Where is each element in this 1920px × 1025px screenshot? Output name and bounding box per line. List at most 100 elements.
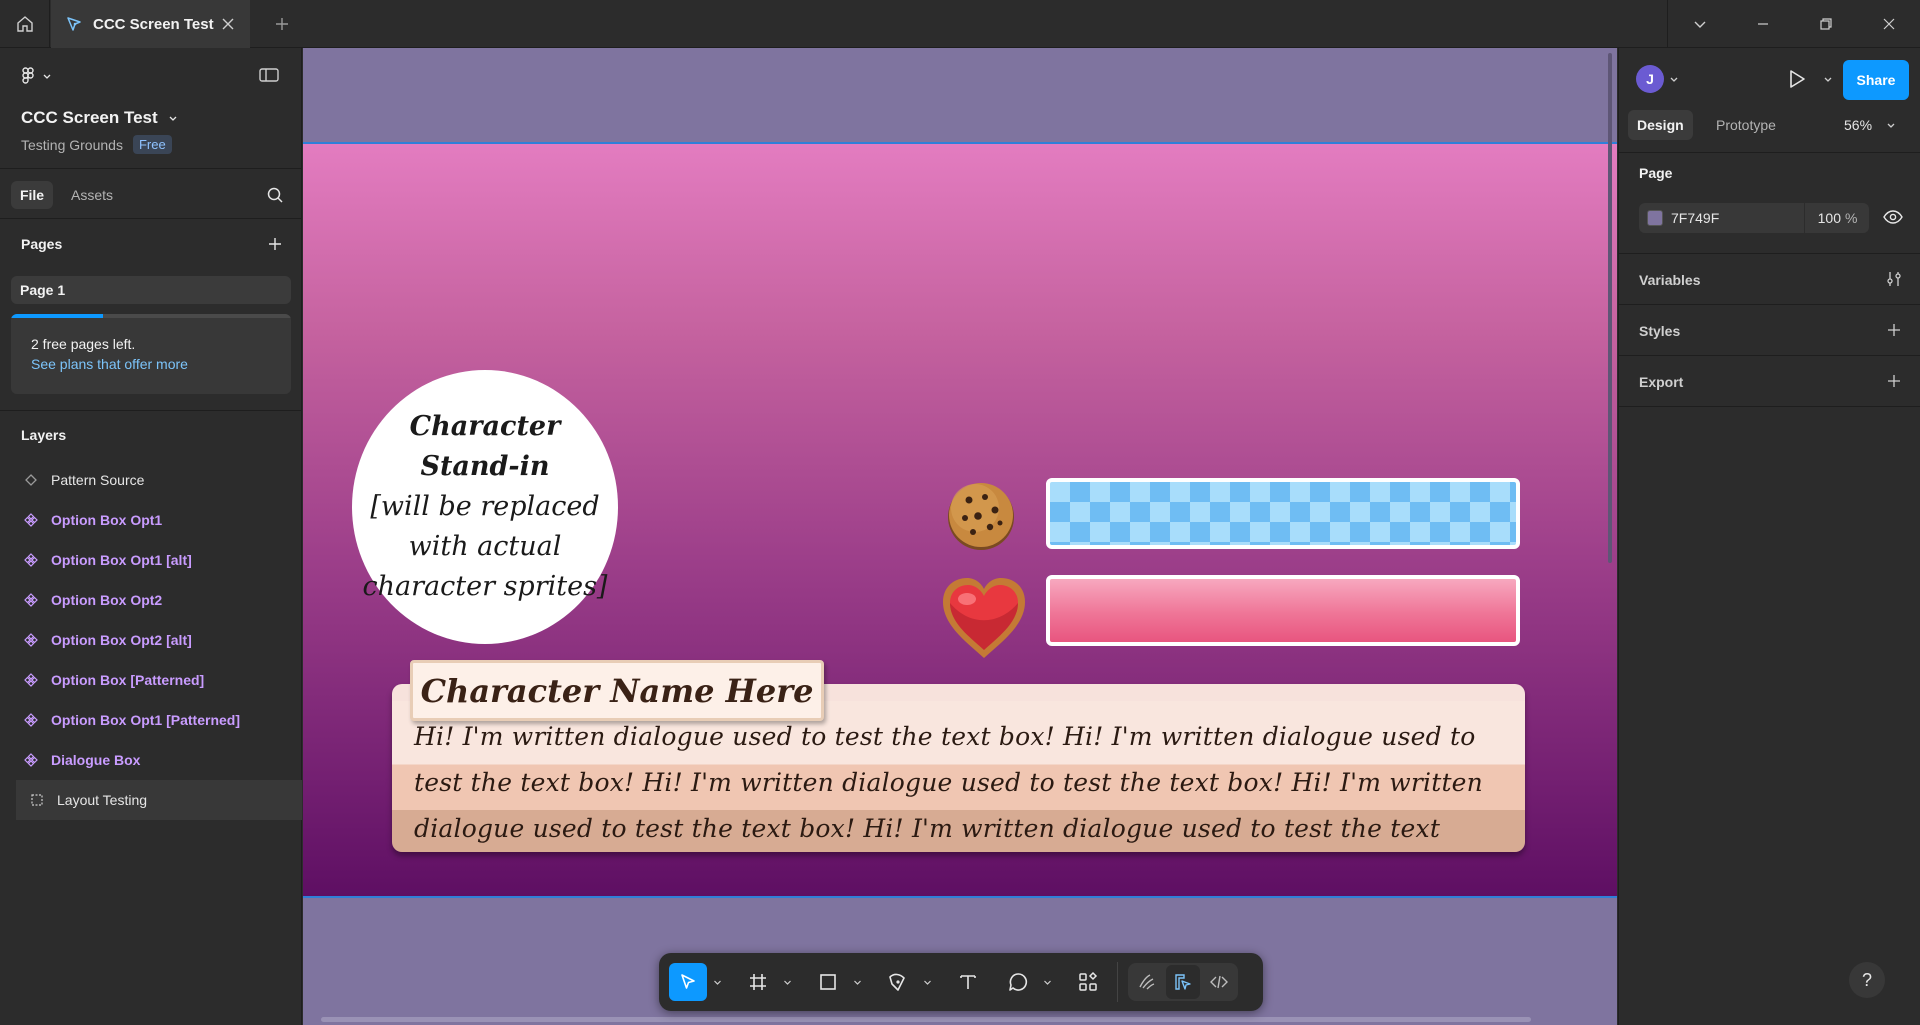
chevron-down-icon <box>1043 980 1051 985</box>
frame-icon <box>30 793 44 807</box>
page-section-title: Page <box>1639 165 1673 181</box>
layer-item-option-box-opt2-alt[interactable]: Option Box Opt2 [alt] <box>0 620 302 660</box>
add-style-button[interactable] <box>1885 321 1903 339</box>
layers-title: Layers <box>21 427 67 443</box>
comment-tool-button[interactable] <box>999 963 1037 1001</box>
pen-tool-button[interactable] <box>879 963 917 1001</box>
color-swatch[interactable] <box>1647 210 1663 226</box>
page-item-page-1[interactable]: Page 1 <box>11 276 291 304</box>
dev-mode-button[interactable] <box>1202 965 1236 999</box>
horizontal-scrollbar[interactable] <box>321 1017 1531 1022</box>
move-icon <box>681 974 695 989</box>
add-export-button[interactable] <box>1885 372 1903 390</box>
file-name-button[interactable]: CCC Screen Test <box>21 108 178 128</box>
layer-item-dialogue-box[interactable]: Dialogue Box <box>0 740 302 780</box>
tab-design[interactable]: Design <box>1628 110 1693 140</box>
eye-icon <box>1883 210 1903 224</box>
page-limit-notice: 2 free pages left. See plans that offer … <box>11 314 291 394</box>
comment-tool-caret[interactable] <box>1037 963 1057 1001</box>
layer-label: Option Box Opt1 <box>51 512 163 528</box>
divider <box>1619 304 1920 305</box>
share-button[interactable]: Share <box>1843 60 1909 100</box>
canvas[interactable]: Character Stand-in [will be replaced wit… <box>303 48 1617 1025</box>
text-tool-button[interactable] <box>949 963 987 1001</box>
window-controls <box>1667 0 1920 48</box>
frame-tool-button[interactable] <box>739 963 777 1001</box>
layer-label: Option Box Opt1 [alt] <box>51 552 192 568</box>
search-layers-button[interactable] <box>266 186 284 204</box>
layout-testing-frame[interactable]: Character Stand-in [will be replaced wit… <box>303 142 1617 898</box>
layer-item-pattern-source[interactable]: Pattern Source <box>0 460 302 500</box>
present-button[interactable] <box>1786 67 1808 91</box>
variables-settings-button[interactable] <box>1885 270 1903 288</box>
layer-item-option-box-opt1[interactable]: Option Box Opt1 <box>0 500 302 540</box>
layer-item-layout-testing[interactable]: Layout Testing <box>16 780 302 820</box>
present-caret[interactable] <box>1823 74 1833 84</box>
design-mode-button[interactable] <box>1166 965 1200 999</box>
move-tool-button[interactable] <box>669 963 707 1001</box>
plan-badge[interactable]: Free <box>132 135 172 154</box>
layer-item-option-box-patterned[interactable]: Option Box [Patterned] <box>0 660 302 700</box>
page-opacity[interactable]: 100 <box>1805 210 1845 226</box>
draw-mode-button[interactable] <box>1130 965 1164 999</box>
help-button[interactable]: ? <box>1849 962 1885 998</box>
text-icon <box>960 975 976 989</box>
heart-icon[interactable] <box>939 574 1029 662</box>
layer-item-option-box-opt1-patterned[interactable]: Option Box Opt1 [Patterned] <box>0 700 302 740</box>
avatar-caret[interactable] <box>1669 74 1679 84</box>
divider <box>0 410 302 411</box>
add-page-button[interactable] <box>266 235 284 253</box>
character-name-box[interactable]: Character Name Here <box>410 660 824 721</box>
blue-meter-bar[interactable] <box>1046 478 1520 549</box>
zoom-dropdown[interactable]: 56% <box>1844 110 1896 140</box>
layer-item-option-box-opt1-alt[interactable]: Option Box Opt1 [alt] <box>0 540 302 580</box>
layer-item-option-box-opt2[interactable]: Option Box Opt2 <box>0 580 302 620</box>
file-name: CCC Screen Test <box>21 108 158 127</box>
tab-assets[interactable]: Assets <box>61 181 123 209</box>
shape-tool-caret[interactable] <box>847 963 867 1001</box>
tab-file[interactable]: File <box>11 181 53 209</box>
actions-button[interactable] <box>1069 963 1107 1001</box>
vertical-scrollbar[interactable] <box>1608 53 1612 563</box>
see-plans-link[interactable]: See plans that offer more <box>31 356 188 372</box>
component-icon <box>24 633 38 647</box>
divider <box>1619 253 1920 254</box>
divider <box>1619 406 1920 407</box>
toggle-sidebar-button[interactable] <box>258 66 280 84</box>
styles-section-title: Styles <box>1639 323 1681 339</box>
toggle-visibility-button[interactable] <box>1883 209 1903 225</box>
pen-icon <box>889 973 905 991</box>
page-limit-bar <box>11 314 291 318</box>
tab-prototype[interactable]: Prototype <box>1708 110 1784 140</box>
project-row: Testing Grounds Free <box>21 135 172 154</box>
component-icon <box>24 513 38 527</box>
tabs-dropdown-button[interactable] <box>1668 0 1731 48</box>
file-tab[interactable]: CCC Screen Test <box>51 0 250 48</box>
plus-icon <box>269 238 281 250</box>
main-menu-button[interactable] <box>20 66 52 86</box>
close-icon <box>222 18 234 30</box>
frame-tool-caret[interactable] <box>777 963 797 1001</box>
shape-tool-button[interactable] <box>809 963 847 1001</box>
minimize-button[interactable] <box>1731 0 1794 48</box>
character-name: Character Name Here <box>420 671 814 710</box>
minimize-icon <box>1757 23 1768 25</box>
chevron-down-icon <box>169 116 177 121</box>
close-window-button[interactable] <box>1857 0 1920 48</box>
divider <box>1619 355 1920 356</box>
page-color-hex[interactable]: 7F749F <box>1671 210 1804 226</box>
new-tab-button[interactable] <box>268 10 296 38</box>
cookie-icon[interactable] <box>945 480 1017 552</box>
project-name[interactable]: Testing Grounds <box>21 137 123 153</box>
close-tab-button[interactable] <box>214 10 242 38</box>
character-stand-in[interactable]: Character Stand-in [will be replaced wit… <box>352 370 618 644</box>
page-color-field[interactable]: 7F749F 100 % <box>1639 203 1869 233</box>
pen-tool-caret[interactable] <box>917 963 937 1001</box>
avatar[interactable]: J <box>1636 65 1664 93</box>
restore-button[interactable] <box>1794 0 1857 48</box>
frame-icon <box>750 974 766 990</box>
move-tool-caret[interactable] <box>707 963 727 1001</box>
pink-meter-bar[interactable] <box>1046 575 1520 646</box>
chevron-down-icon <box>1670 77 1678 82</box>
home-button[interactable] <box>0 0 50 48</box>
